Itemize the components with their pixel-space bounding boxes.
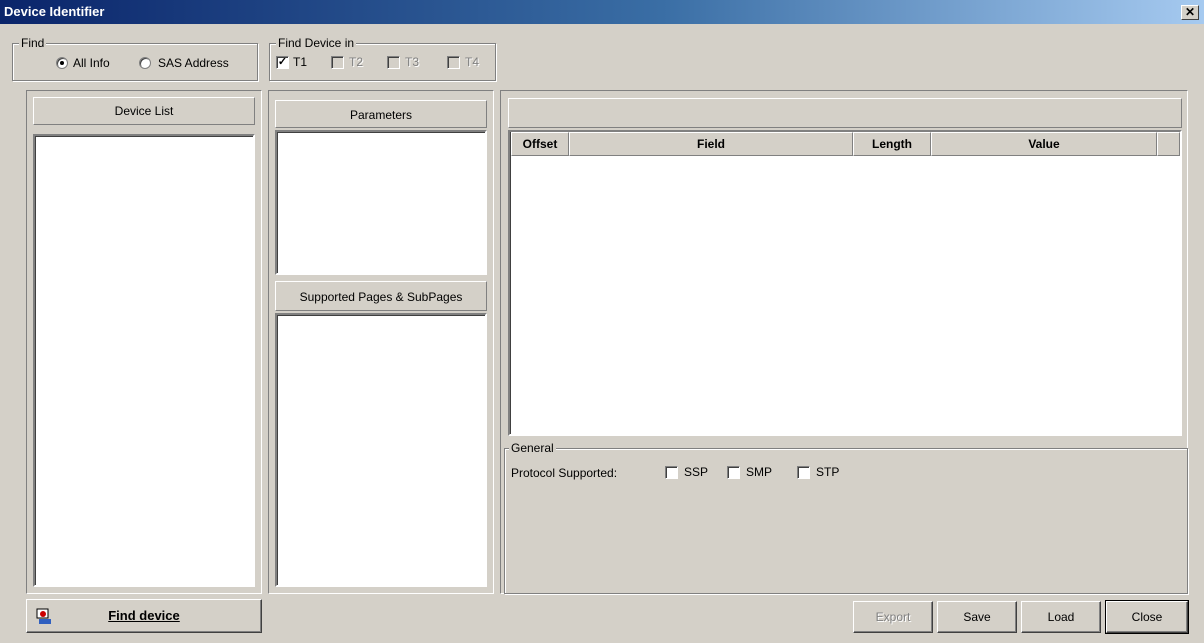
window-title: Device Identifier <box>4 4 105 19</box>
find-device-in-legend: Find Device in <box>276 36 357 50</box>
window-close-button[interactable]: ✕ <box>1181 5 1199 20</box>
ssp-checkbox[interactable] <box>665 466 678 479</box>
supported-pages-list[interactable] <box>275 313 487 587</box>
all-info-label[interactable]: All Info <box>73 56 110 70</box>
all-info-radio[interactable] <box>56 57 68 69</box>
find-device-icon <box>35 606 53 624</box>
sas-address-label[interactable]: SAS Address <box>158 56 229 70</box>
find-device-label: Find device <box>108 608 180 623</box>
detail-header-bar <box>508 98 1182 128</box>
t3-checkbox[interactable] <box>387 56 400 69</box>
general-group: General Protocol Supported: SSP SMP STP <box>504 441 1188 594</box>
device-list[interactable] <box>33 134 255 587</box>
column-header-filler <box>1157 132 1180 156</box>
general-legend: General <box>509 441 556 455</box>
stp-label[interactable]: STP <box>816 465 839 479</box>
protocol-supported-label: Protocol Supported: <box>511 466 618 480</box>
find-device-in-group: Find Device in ✓ T1 T2 T3 T4 <box>269 36 496 81</box>
find-group-legend: Find <box>19 36 47 50</box>
smp-label[interactable]: SMP <box>746 465 772 479</box>
column-header-offset[interactable]: Offset <box>511 132 569 156</box>
supported-pages-header: Supported Pages & SubPages <box>275 281 487 311</box>
find-device-button[interactable]: Find device <box>26 599 262 633</box>
title-bar <box>0 0 1204 24</box>
close-button[interactable]: Close <box>1105 600 1189 634</box>
export-button[interactable]: Export <box>853 601 933 633</box>
find-group: Find All Info SAS Address <box>12 36 258 81</box>
parameters-list[interactable] <box>275 130 487 275</box>
t4-checkbox[interactable] <box>447 56 460 69</box>
t2-label[interactable]: T2 <box>349 55 363 69</box>
t2-checkbox[interactable] <box>331 56 344 69</box>
stp-checkbox[interactable] <box>797 466 810 479</box>
column-header-field[interactable]: Field <box>569 132 853 156</box>
column-header-length[interactable]: Length <box>853 132 931 156</box>
save-button[interactable]: Save <box>937 601 1017 633</box>
smp-checkbox[interactable] <box>727 466 740 479</box>
parameters-header: Parameters <box>275 100 487 128</box>
detail-table[interactable]: Offset Field Length Value <box>508 130 1182 436</box>
t1-checkbox[interactable]: ✓ <box>276 56 289 69</box>
t3-label[interactable]: T3 <box>405 55 419 69</box>
ssp-label[interactable]: SSP <box>684 465 708 479</box>
load-button[interactable]: Load <box>1021 601 1101 633</box>
t4-label[interactable]: T4 <box>465 55 479 69</box>
device-list-header: Device List <box>33 97 255 125</box>
t1-label[interactable]: T1 <box>293 55 307 69</box>
sas-address-radio[interactable] <box>139 57 151 69</box>
column-header-value[interactable]: Value <box>931 132 1157 156</box>
